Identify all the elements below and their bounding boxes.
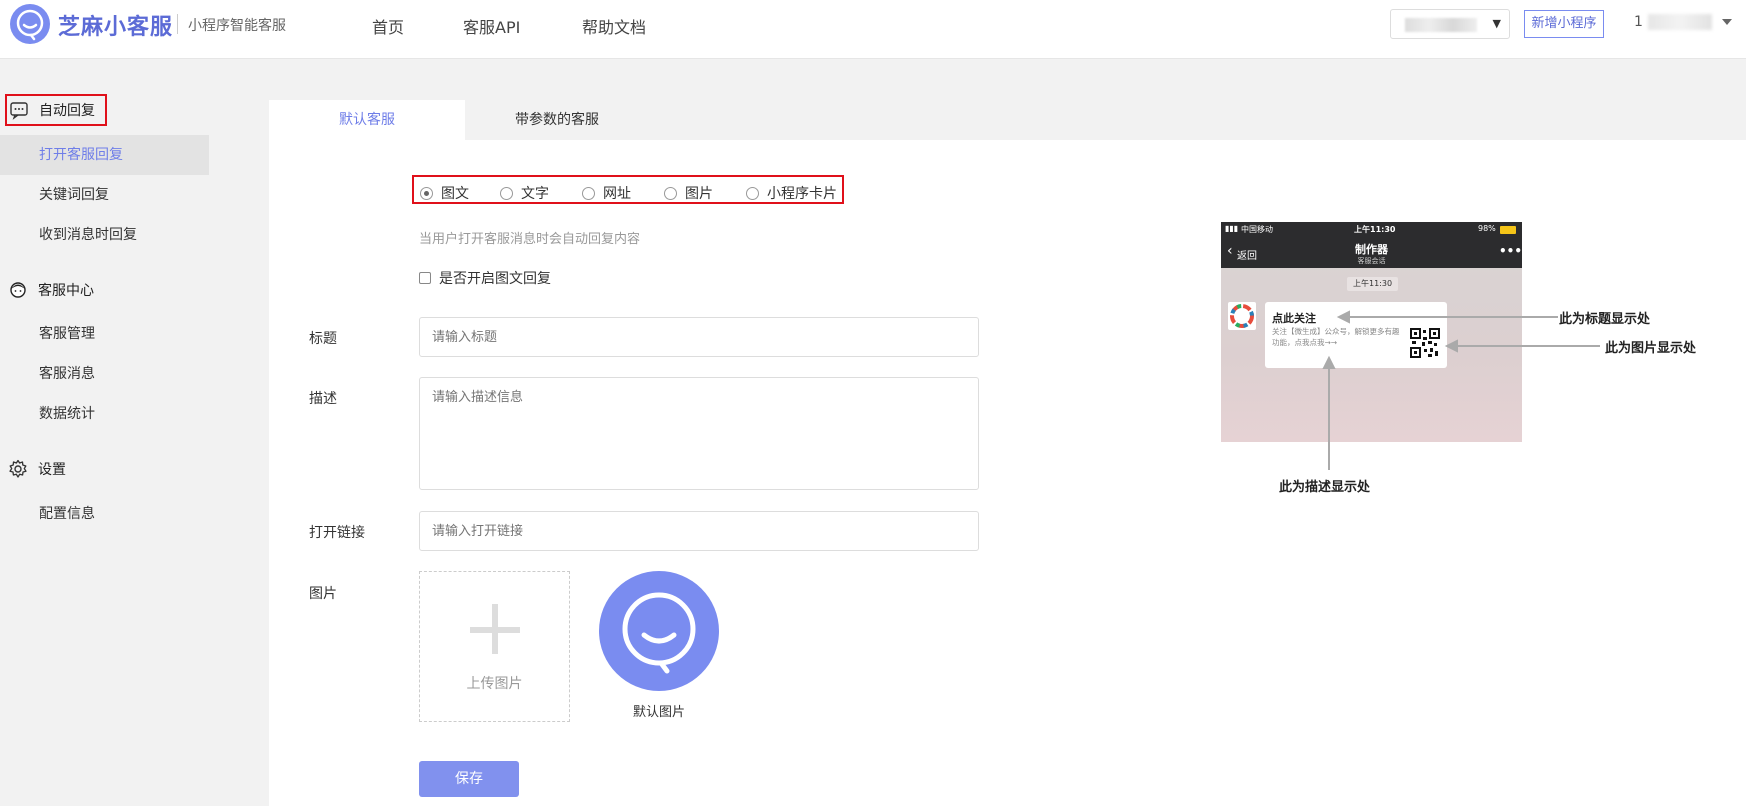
sidebar-item-statistics[interactable]: 数据统计 — [0, 394, 209, 434]
user-name-redacted[interactable] — [1648, 14, 1712, 30]
dropdown-caret-icon: ▼ — [1492, 17, 1501, 30]
radio-dot — [582, 186, 595, 200]
tab-default-service[interactable]: 默认客服 — [269, 100, 465, 140]
app-name-redacted — [1405, 18, 1477, 32]
radio-label: 图文 — [441, 186, 469, 202]
radio-image-text[interactable]: 图文 — [420, 183, 469, 203]
reply-type-group: 图文 文字 网址 图片 小程序卡片 — [412, 175, 844, 204]
sidebar-section-settings[interactable]: 设置 — [8, 453, 66, 485]
logo-icon — [622, 592, 696, 674]
sidebar-item-service-messages[interactable]: 客服消息 — [0, 354, 209, 394]
radio-dot — [500, 186, 513, 200]
reply-hint: 当用户打开客服消息时会自动回复内容 — [419, 232, 641, 247]
radio-image[interactable]: 图片 — [664, 183, 713, 203]
sidebar-item-keyword-reply[interactable]: 关键词回复 — [0, 175, 209, 215]
sidebar-section-service-center[interactable]: 客服中心 — [8, 274, 94, 306]
title-annotation: 此为标题显示处 — [1559, 312, 1651, 327]
desc-annotation: 此为描述显示处 — [1279, 480, 1371, 495]
sidebar-item-config[interactable]: 配置信息 — [0, 494, 209, 534]
radio-label: 网址 — [603, 186, 631, 202]
sidebar-section-auto-reply[interactable]: 自动回复 — [5, 94, 107, 126]
nav-docs[interactable]: 帮助文档 — [582, 14, 646, 38]
top-bar: 芝麻小客服 小程序智能客服 首页 客服API 帮助文档 ▼ 新增小程序 1 — [0, 0, 1746, 59]
radio-miniprogram-card[interactable]: 小程序卡片 — [746, 183, 837, 203]
chat-bubble-icon — [10, 102, 28, 120]
sidebar-item-open-reply[interactable]: 打开客服回复 — [0, 135, 209, 175]
radio-url[interactable]: 网址 — [582, 183, 631, 203]
title-input[interactable] — [419, 317, 979, 357]
sidebar-item-message-reply[interactable]: 收到消息时回复 — [0, 215, 209, 255]
desc-textarea[interactable] — [419, 377, 979, 490]
user-id-prefix[interactable]: 1 — [1634, 14, 1643, 30]
default-image[interactable] — [599, 571, 719, 691]
upload-label: 上传图片 — [466, 676, 523, 692]
radio-text[interactable]: 文字 — [500, 183, 549, 203]
plus-icon-bar — [470, 627, 520, 633]
sidebar-section-label: 设置 — [38, 462, 66, 478]
radio-label: 文字 — [521, 186, 549, 202]
radio-dot — [664, 186, 677, 200]
image-annotation: 此为图片显示处 — [1605, 341, 1697, 356]
desc-label: 描述 — [309, 391, 337, 407]
checkbox-label: 是否开启图文回复 — [439, 271, 551, 287]
agent-avatar-icon — [10, 282, 26, 298]
sidebar-section-label: 自动回复 — [39, 103, 95, 119]
nav-home[interactable]: 首页 — [372, 14, 404, 38]
enable-reply-checkbox[interactable]: 是否开启图文回复 — [419, 268, 551, 288]
link-label: 打开链接 — [309, 525, 365, 541]
link-input[interactable] — [419, 511, 979, 551]
title-label: 标题 — [309, 331, 337, 347]
add-miniprogram-button[interactable]: 新增小程序 — [1524, 10, 1604, 38]
nav-api[interactable]: 客服API — [463, 14, 520, 38]
brand-name[interactable]: 芝麻小客服 — [58, 9, 173, 41]
checkbox-box[interactable] — [419, 272, 431, 284]
brand-subtitle: 小程序智能客服 — [188, 18, 286, 34]
sidebar-item-service-manage[interactable]: 客服管理 — [0, 314, 209, 354]
save-button[interactable]: 保存 — [419, 761, 519, 797]
gear-icon — [9, 459, 27, 478]
radio-label: 小程序卡片 — [767, 186, 837, 202]
default-image-label: 默认图片 — [632, 705, 685, 720]
radio-dot — [746, 186, 759, 200]
image-label: 图片 — [309, 586, 337, 602]
tab-param-service[interactable]: 带参数的客服 — [465, 100, 649, 140]
radio-label: 图片 — [685, 186, 713, 202]
sidebar-section-label: 客服中心 — [38, 283, 94, 299]
app-selector[interactable]: ▼ — [1390, 9, 1510, 39]
user-menu-caret-icon[interactable] — [1722, 19, 1732, 25]
brand-divider — [177, 14, 178, 34]
upload-image-box[interactable]: 上传图片 — [419, 571, 570, 722]
radio-dot-selected — [420, 186, 433, 200]
logo-icon[interactable] — [10, 4, 50, 44]
